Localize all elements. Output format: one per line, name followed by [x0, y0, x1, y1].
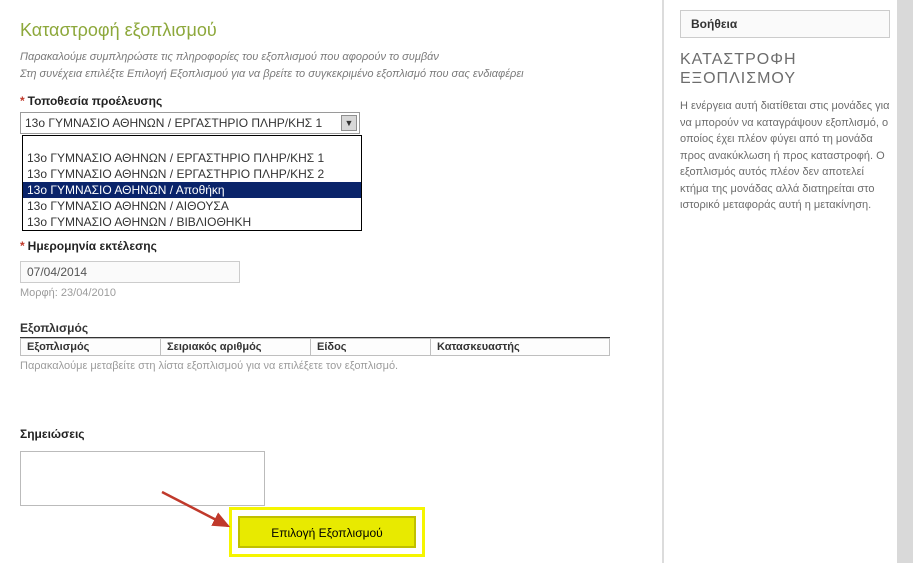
location-dropdown-list[interactable]: 13ο ΓΥΜΝΑΣΙΟ ΑΘΗΝΩΝ / ΕΡΓΑΣΤΗΡΙΟ ΠΛΗΡ/ΚΗ…: [22, 135, 362, 231]
intro-line-2: Στη συνέχεια επιλέξτε Επιλογή Εξοπλισμού…: [20, 68, 524, 80]
location-option[interactable]: 13ο ΓΥΜΝΑΣΙΟ ΑΘΗΝΩΝ / ΑΙΘΟΥΣΑ: [23, 198, 361, 214]
date-label: *Ημερομηνία εκτέλεσης: [20, 239, 640, 253]
required-marker: *: [20, 94, 25, 108]
required-marker: *: [20, 239, 25, 253]
help-title: ΚΑΤΑΣΤΡΟΦΗ ΕΞΟΠΛΙΣΜΟΥ: [680, 50, 890, 88]
location-label: *Τοποθεσία προέλευσης: [20, 94, 640, 108]
location-option[interactable]: 13ο ΓΥΜΝΑΣΙΟ ΑΘΗΝΩΝ / ΕΡΓΑΣΤΗΡΙΟ ΠΛΗΡ/ΚΗ…: [23, 150, 361, 166]
equipment-empty-message: Παρακαλούμε μεταβείτε στη λίστα εξοπλισμ…: [20, 360, 640, 372]
intro-line-1: Παρακαλούμε συμπληρώστε τις πληροφορίες …: [20, 51, 439, 63]
page-title: Καταστροφή εξοπλισμού: [20, 20, 640, 41]
select-equipment-button[interactable]: Επιλογή Εξοπλισμού: [238, 516, 416, 548]
help-box-header: Βοήθεια: [680, 10, 890, 38]
col-manufacturer: Κατασκευαστής: [431, 339, 610, 356]
location-option-blank[interactable]: [23, 136, 361, 150]
location-option-highlighted[interactable]: 13ο ΓΥΜΝΑΣΙΟ ΑΘΗΝΩΝ / Αποθήκη: [23, 182, 361, 198]
vertical-divider: [662, 0, 664, 563]
location-option[interactable]: 13ο ΓΥΜΝΑΣΙΟ ΑΘΗΝΩΝ / ΕΡΓΑΣΤΗΡΙΟ ΠΛΗΡ/ΚΗ…: [23, 166, 361, 182]
notes-label: Σημειώσεις: [20, 427, 640, 441]
location-field: *Τοποθεσία προέλευσης 13ο ΓΥΜΝΑΣΙΟ ΑΘΗΝΩ…: [20, 94, 640, 134]
chevron-down-icon[interactable]: ▼: [341, 115, 357, 131]
location-selected-value: 13ο ΓΥΜΝΑΣΙΟ ΑΘΗΝΩΝ / ΕΡΓΑΣΤΗΡΙΟ ΠΛΗΡ/ΚΗ…: [25, 116, 322, 130]
equipment-section-title: Εξοπλισμός: [20, 321, 610, 338]
date-field: *Ημερομηνία εκτέλεσης Μορφή: 23/04/2010: [20, 239, 640, 299]
help-panel: Βοήθεια ΚΑΤΑΣΤΡΟΦΗ ΕΞΟΠΛΙΣΜΟΥ Η ενέργεια…: [670, 0, 900, 220]
date-input[interactable]: [20, 261, 240, 283]
location-select[interactable]: 13ο ΓΥΜΝΑΣΙΟ ΑΘΗΝΩΝ / ΕΡΓΑΣΤΗΡΙΟ ΠΛΗΡ/ΚΗ…: [20, 112, 360, 134]
main-form-area: Καταστροφή εξοπλισμού Παρακαλούμε συμπλη…: [0, 0, 660, 535]
col-equipment: Εξοπλισμός: [21, 339, 161, 356]
table-header-row: Εξοπλισμός Σειριακός αριθμός Είδος Κατασ…: [21, 339, 610, 356]
location-option[interactable]: 13ο ΓΥΜΝΑΣΙΟ ΑΘΗΝΩΝ / ΒΙΒΛΙΟΘΗΚΗ: [23, 214, 361, 230]
scrollbar-track[interactable]: [897, 0, 913, 563]
intro-text: Παρακαλούμε συμπληρώστε τις πληροφορίες …: [20, 49, 640, 82]
date-format-hint: Μορφή: 23/04/2010: [20, 287, 640, 299]
notes-textarea[interactable]: [20, 451, 265, 506]
notes-field: Σημειώσεις: [20, 427, 640, 509]
col-kind: Είδος: [311, 339, 431, 356]
col-serial: Σειριακός αριθμός: [161, 339, 311, 356]
help-body-text: Η ενέργεια αυτή διατίθεται στις μονάδες …: [680, 98, 890, 214]
equipment-table: Εξοπλισμός Σειριακός αριθμός Είδος Κατασ…: [20, 338, 610, 356]
